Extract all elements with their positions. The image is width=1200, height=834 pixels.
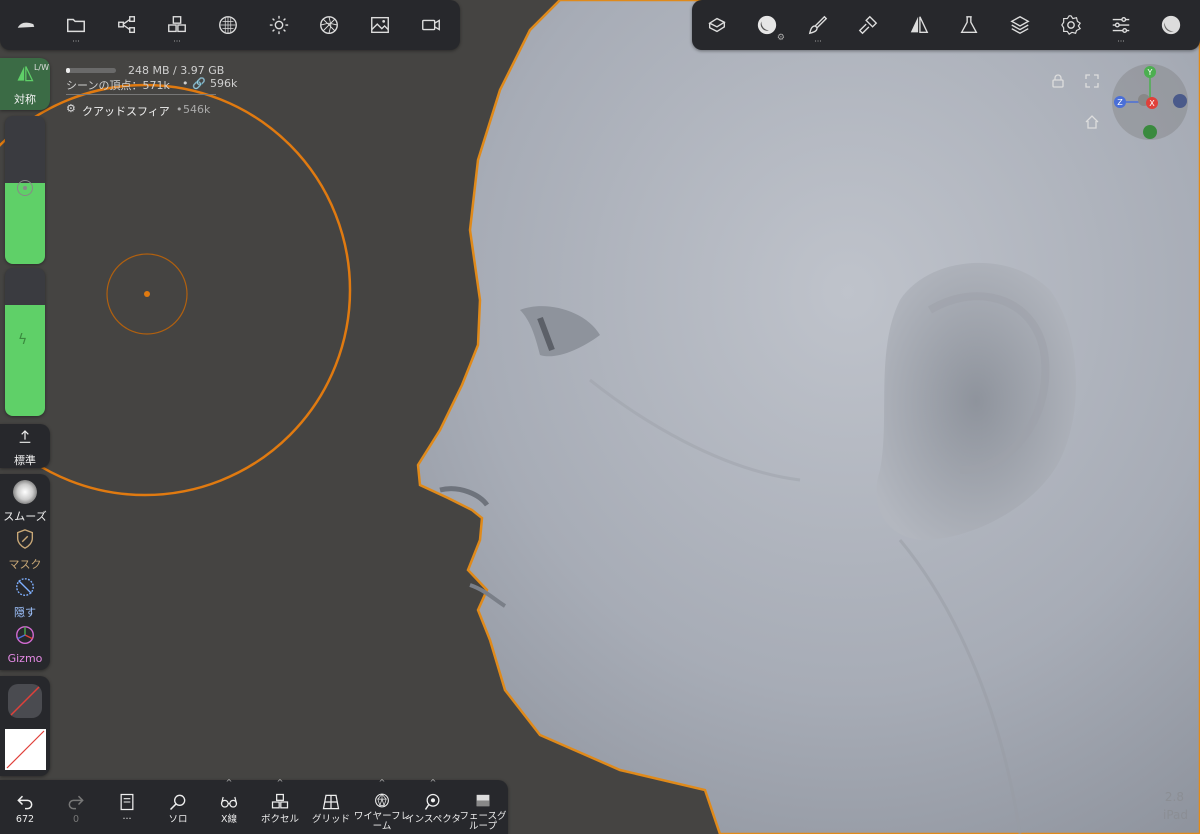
voxel-label: ボクセル: [260, 814, 299, 825]
folder-icon[interactable]: ···: [54, 3, 98, 47]
hide-icon: [16, 578, 34, 596]
object-count: 546k: [183, 103, 211, 116]
brush-icon[interactable]: ···: [796, 3, 840, 47]
solo-button[interactable]: ソロ: [153, 780, 203, 832]
matcap-icon[interactable]: [1149, 3, 1193, 47]
home-icon[interactable]: [1084, 114, 1100, 130]
solo-label: ソロ: [168, 814, 188, 825]
svg-text:X: X: [1149, 99, 1155, 108]
grid-button[interactable]: グリッド: [306, 780, 356, 832]
zoom-level: 2.8: [1164, 790, 1184, 804]
object-name[interactable]: クアッドスフィア: [82, 103, 170, 119]
symmetry-toggle[interactable]: L/W 対称: [0, 58, 50, 110]
facegroup-label: フェースグループ: [459, 811, 507, 832]
intensity-slider[interactable]: ϟ: [5, 268, 45, 416]
hide-tool[interactable]: 隠す: [0, 574, 50, 620]
mask-icon: [16, 529, 34, 549]
inspector-button[interactable]: ^ インスペクタ: [405, 778, 461, 832]
standard-label: 標準: [14, 454, 36, 467]
symmetry-badge: L/W: [33, 63, 49, 72]
flask-icon[interactable]: [947, 3, 991, 47]
light-icon[interactable]: [257, 3, 301, 47]
radius-icon: [17, 180, 33, 196]
top-right-toolbar: ⚙ ··· ···: [692, 0, 1200, 50]
layers-icon[interactable]: [998, 3, 1042, 47]
sculpt-viewport[interactable]: [0, 0, 1200, 834]
gizmo-tool[interactable]: Gizmo: [0, 622, 50, 668]
material-swatch-panel: [0, 676, 50, 776]
symmetry-label: 対称: [14, 93, 36, 106]
scene-icon[interactable]: [695, 3, 739, 47]
lock-icon[interactable]: [1050, 73, 1066, 89]
gizmo-label: Gizmo: [7, 652, 43, 665]
svg-text:Y: Y: [1147, 68, 1153, 77]
orientation-gizmo[interactable]: Y Z X: [1112, 64, 1188, 140]
scene-link-count: 596k: [210, 77, 238, 90]
scene-vertices-text: シーンの頂点：571k: [66, 79, 170, 92]
wireframe-label: ワイヤーフレーム: [353, 811, 411, 832]
color-swatch[interactable]: [5, 729, 46, 770]
scene-graph-icon[interactable]: [105, 3, 149, 47]
smooth-tool[interactable]: スムーズ: [0, 476, 50, 523]
lightning-icon: ϟ: [18, 332, 28, 348]
intensity-slider-fill: [5, 305, 45, 416]
radius-slider[interactable]: [5, 116, 45, 264]
link-icon: • 🔗: [182, 77, 206, 90]
book-label: ···: [122, 814, 132, 825]
book-button[interactable]: ···: [102, 780, 152, 832]
inspector-label: インスペクタ: [405, 814, 461, 825]
head-mesh[interactable]: [416, 0, 1200, 834]
device-label: iPad: [1162, 808, 1188, 822]
settings-icon[interactable]: [1049, 3, 1093, 47]
wireframe-button[interactable]: ^ ワイヤーフレーム: [354, 778, 410, 832]
svg-text:Z: Z: [1117, 98, 1123, 107]
material-icon[interactable]: ⚙: [745, 3, 789, 47]
tool-icon[interactable]: [846, 3, 890, 47]
fullscreen-icon[interactable]: [1084, 73, 1100, 89]
image-icon[interactable]: [358, 3, 402, 47]
sliders-icon[interactable]: ···: [1099, 3, 1143, 47]
brush-center-dot: [144, 291, 150, 297]
info-divider: [66, 94, 216, 95]
hide-label: 隠す: [14, 606, 36, 619]
voxel-button[interactable]: ^ ボクセル: [255, 778, 305, 832]
memory-text: 248 MB / 3.97 GB: [128, 64, 225, 77]
top-left-toolbar: ··· ···: [0, 0, 460, 50]
smooth-icon: [13, 480, 37, 504]
sculpt-icon[interactable]: [206, 3, 250, 47]
mask-tool[interactable]: マスク: [0, 526, 50, 572]
mask-label: マスク: [8, 558, 42, 571]
logo-icon[interactable]: [4, 3, 48, 47]
camera-icon[interactable]: [409, 3, 453, 47]
redo-count: 0: [72, 814, 80, 825]
grid-label: グリッド: [311, 814, 350, 825]
tool-list-panel: スムーズ マスク 隠す Gizmo: [0, 474, 50, 670]
primitives-icon[interactable]: ···: [155, 3, 199, 47]
smooth-label: スムーズ: [3, 510, 47, 523]
brush-radius-circle: [0, 83, 352, 497]
bottom-toolbar: 672 0 ··· ソロ ^ X線 ^ ボクセル グリッド ^ ワイヤーフレーム…: [0, 778, 508, 834]
gizmo-icon: [16, 626, 34, 644]
undo-count: 672: [15, 814, 35, 825]
redo-button[interactable]: 0: [51, 780, 101, 832]
xray-label: X線: [220, 814, 237, 825]
memory-bar: [66, 68, 116, 73]
standard-button[interactable]: 標準: [0, 424, 50, 468]
undo-button[interactable]: 672: [0, 780, 50, 832]
shading-icon[interactable]: [307, 3, 351, 47]
object-count-dot: •: [176, 103, 183, 116]
xray-button[interactable]: ^ X線: [204, 778, 254, 832]
symmetry-icon[interactable]: [897, 3, 941, 47]
object-icon: ⚙: [66, 102, 76, 115]
matcap-swatch[interactable]: [8, 684, 42, 718]
facegroup-button[interactable]: フェースグループ: [458, 780, 508, 832]
